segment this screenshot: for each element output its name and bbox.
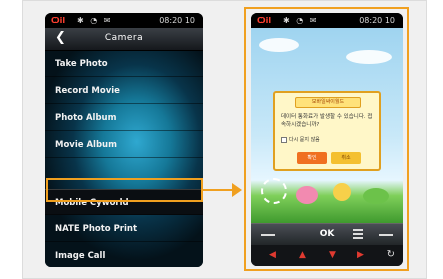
menu-item-photo-album[interactable]: Photo Album bbox=[45, 105, 203, 131]
checkbox-label: 다시 묻지 않음 bbox=[289, 137, 320, 143]
menu-item-nate-photo-print[interactable]: NATE Photo Print bbox=[45, 216, 203, 242]
arrow-right-icon bbox=[232, 183, 242, 197]
rotate-icon[interactable]: ↻ bbox=[387, 249, 395, 260]
signal-icon: Ѻil bbox=[257, 16, 272, 25]
status-clock: 08:20 10 bbox=[159, 16, 195, 25]
menu-item-record-movie[interactable]: Record Movie bbox=[45, 78, 203, 104]
ferris-wheel-decoration bbox=[261, 178, 287, 204]
nav-up-icon[interactable]: ▲ bbox=[299, 250, 306, 260]
dialog-message: 데이터 통화료가 발생할 수 있습니다. 접속하시겠습니까? bbox=[281, 114, 373, 128]
camera-menu: Take Photo Record Movie Photo Album Movi… bbox=[45, 51, 203, 267]
title-bar: ❮ Camera bbox=[45, 28, 203, 51]
wallpaper: 모바일싸이월드 데이터 통화료가 발생할 수 있습니다. 접속하시겠습니까? 다… bbox=[251, 28, 403, 223]
menu-icon[interactable] bbox=[353, 229, 363, 239]
navigation-bar: ◀ ▲ ▼ ▶ ↻ bbox=[251, 245, 403, 266]
phone-screen-menu: Ѻil ✱ ◔ ✉ 08:20 10 ❮ Camera Take Photo R… bbox=[45, 13, 203, 267]
flower-decoration bbox=[333, 183, 351, 201]
dont-ask-checkbox[interactable]: 다시 묻지 않음 bbox=[281, 136, 320, 143]
cloud-decoration bbox=[259, 38, 299, 52]
signal-icon: Ѻil bbox=[51, 16, 66, 25]
selection-highlight-box bbox=[46, 178, 203, 202]
dialog-title: 모바일싸이월드 bbox=[295, 97, 361, 108]
arrow-line bbox=[203, 189, 233, 191]
menu-item-image-call[interactable]: Image Call bbox=[45, 243, 203, 267]
screen-title: Camera bbox=[104, 33, 144, 43]
status-bar: Ѻil ✱ ◔ ✉ 08:20 10 bbox=[45, 13, 203, 28]
confirm-button[interactable]: 확인 bbox=[297, 152, 327, 164]
flower-decoration bbox=[296, 186, 318, 204]
checkbox-icon[interactable] bbox=[281, 136, 287, 143]
nav-left-icon[interactable]: ◀ bbox=[269, 250, 276, 260]
menu-item-movie-album[interactable]: Movie Album bbox=[45, 132, 203, 158]
menu-item-take-photo[interactable]: Take Photo bbox=[45, 51, 203, 77]
cloud-decoration bbox=[346, 50, 392, 64]
right-softkey-icon[interactable] bbox=[379, 234, 393, 236]
phone-screen-dialog: Ѻil ✱ ◔ ✉ 08:20 10 모바일싸이월드 데이터 통화료가 발생할 … bbox=[251, 13, 403, 266]
tree-decoration bbox=[363, 188, 389, 204]
status-bar: Ѻil ✱ ◔ ✉ 08:20 10 bbox=[251, 13, 403, 28]
status-icons: ✱ ◔ ✉ bbox=[77, 16, 113, 25]
softkey-bar: OK bbox=[251, 223, 403, 245]
status-clock: 08:20 10 bbox=[359, 16, 395, 25]
nav-down-icon[interactable]: ▼ bbox=[329, 250, 336, 260]
status-icons: ✱ ◔ ✉ bbox=[283, 16, 319, 25]
cancel-button[interactable]: 취소 bbox=[331, 152, 361, 164]
nav-right-icon[interactable]: ▶ bbox=[357, 250, 364, 260]
confirm-dialog: 모바일싸이월드 데이터 통화료가 발생할 수 있습니다. 접속하시겠습니까? 다… bbox=[273, 91, 381, 171]
